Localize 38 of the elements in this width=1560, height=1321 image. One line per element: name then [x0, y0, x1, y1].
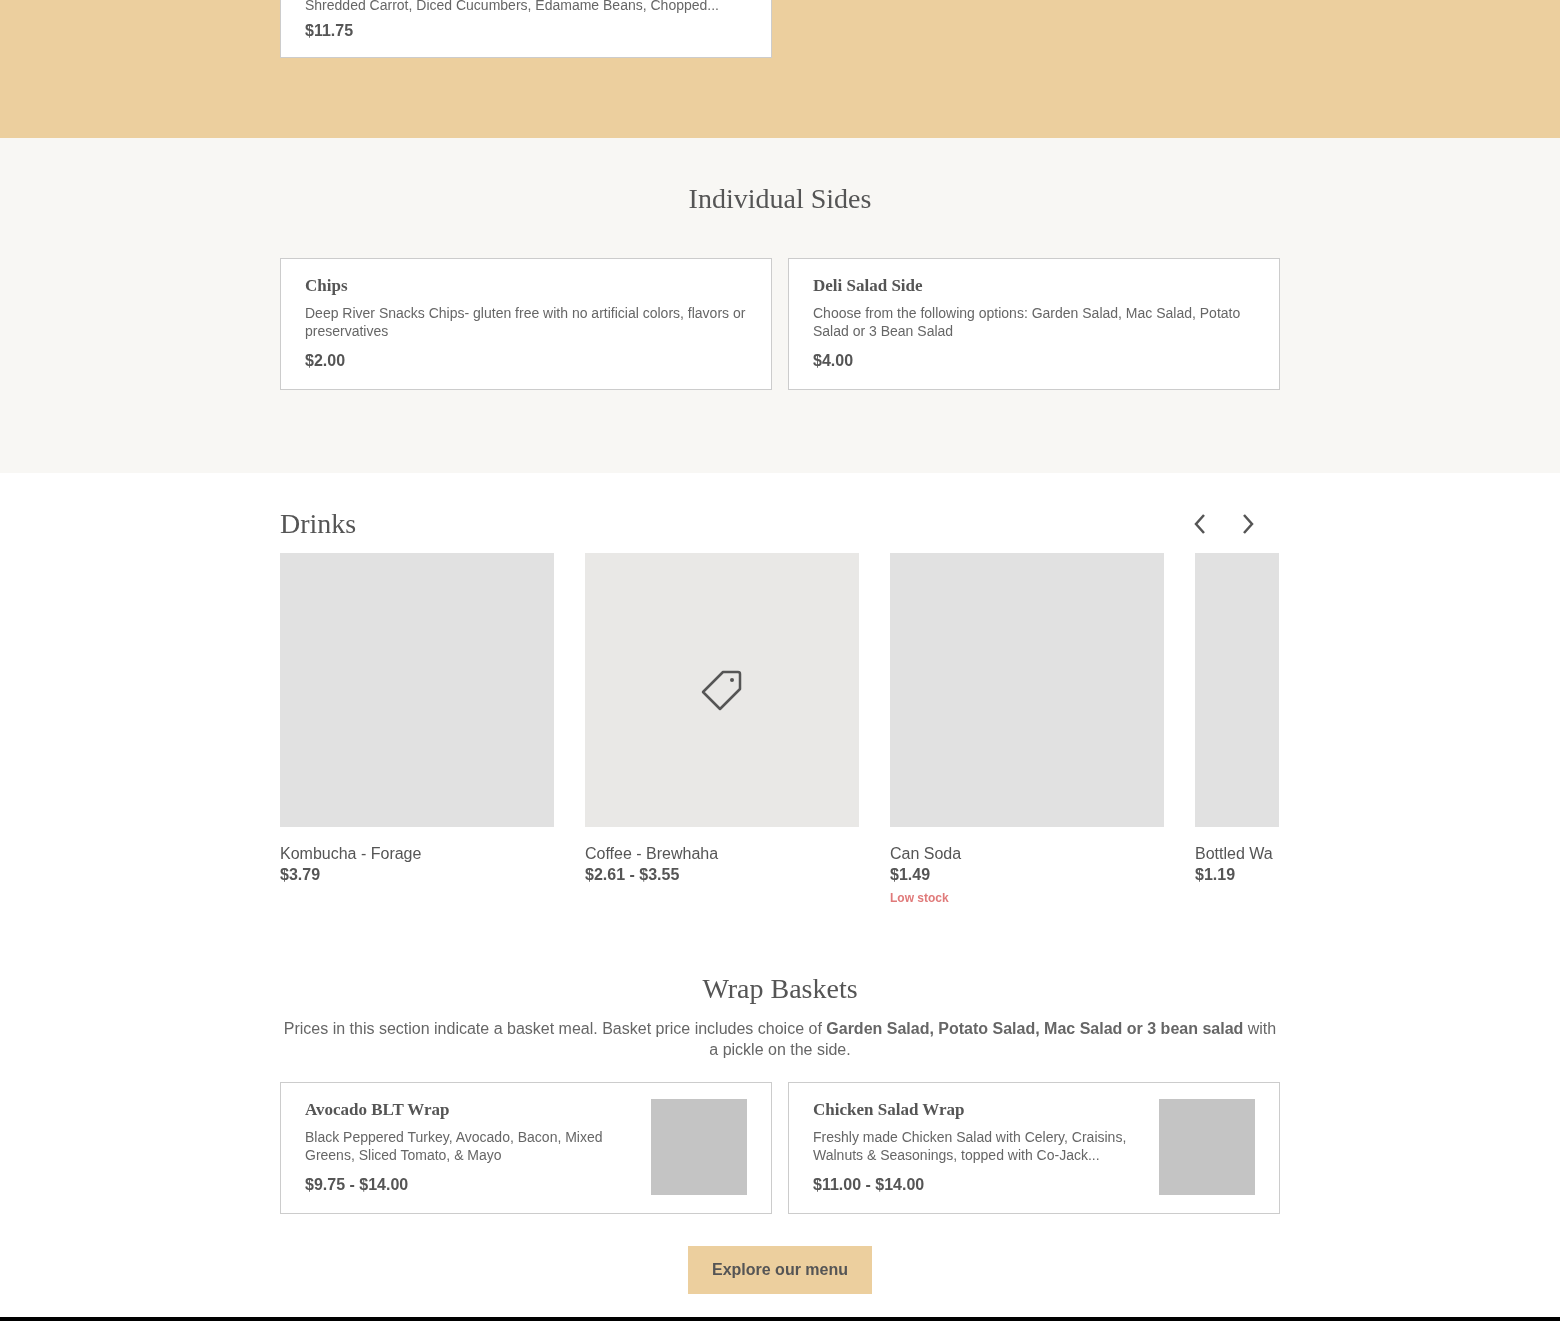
section-title: Wrap Baskets	[701, 972, 859, 1006]
item-price: $9.75 - $14.00	[305, 1175, 410, 1195]
item-name: Chips	[305, 275, 349, 297]
image-placeholder[interactable]	[280, 553, 554, 827]
item-description: Choose from the following options: Garden Salad, Mac Salad, Potato Salad or 3 Bean Salad	[813, 304, 1242, 340]
item-name: Can Soda	[890, 844, 963, 864]
image-placeholder[interactable]	[890, 553, 1164, 827]
section-note: Prices in this section indicate a basket meal. Basket price includes choice of Garden Salad, Potato Salad, Mac Salad or 3 bean salad with a pickle on the side.	[282, 1019, 1278, 1060]
item-description: Shredded Carrot, Diced Cucumbers, Edamame Beans, Chopped...	[305, 0, 720, 13]
item-name: Avocado BLT Wrap	[305, 1099, 451, 1121]
explore-menu-button[interactable]: Explore our menu	[688, 1246, 872, 1294]
item-description: Deep River Snacks Chips- gluten free with no artificial colors, flavors or preservatives	[305, 304, 747, 340]
item-price: $1.49	[890, 865, 932, 885]
item-name: Chicken Salad Wrap	[813, 1099, 966, 1121]
item-name: Bottled Wa	[1195, 844, 1274, 864]
menu-card[interactable]: Deli Salad Side Choose from the following options: Garden Salad, Mac Salad, Potato Salad or 3 Bean Salad $4.00	[788, 258, 1280, 390]
item-name: Deli Salad Side	[813, 275, 924, 297]
tag-icon	[701, 669, 743, 711]
item-description: Freshly made Chicken Salad with Celery, Craisins, Walnuts & Seasonings, topped with Co-Jack...	[813, 1128, 1128, 1164]
section-title: Individual Sides	[687, 182, 873, 216]
item-name: Kombucha - Forage	[280, 844, 423, 864]
item-price: $2.00	[305, 351, 347, 371]
menu-card[interactable]: Chips Deep River Snacks Chips- gluten free with no artificial colors, flavors or preservatives $2.00	[280, 258, 772, 390]
item-price: $11.75	[305, 21, 355, 41]
menu-card[interactable]: Shredded Carrot, Diced Cucumbers, Edamame Beans, Chopped... $11.75	[280, 0, 772, 58]
image-placeholder[interactable]	[1195, 553, 1279, 827]
stock-status: Low stock	[890, 890, 950, 907]
section-title: Drinks	[280, 507, 357, 541]
item-price: $2.61 - $3.55	[585, 865, 681, 885]
item-price: $4.00	[813, 351, 855, 371]
item-price: $3.79	[280, 865, 322, 885]
item-price: $1.19	[1195, 865, 1237, 885]
item-description: Black Peppered Turkey, Avocado, Bacon, Mixed Greens, Sliced Tomato, & Mayo	[305, 1128, 604, 1164]
menu-card[interactable]: Chicken Salad Wrap Freshly made Chicken Salad with Celery, Craisins, Walnuts & Seasonings, topped with Co-Jack... $11.00 - $14.00	[788, 1082, 1280, 1214]
image-placeholder[interactable]	[585, 553, 859, 827]
menu-card[interactable]: Avocado BLT Wrap Black Peppered Turkey, Avocado, Bacon, Mixed Greens, Sliced Tomato, & Mayo $9.75 - $14.00	[280, 1082, 772, 1214]
item-price: $11.00 - $14.00	[813, 1175, 926, 1195]
item-name: Coffee - Brewhaha	[585, 844, 720, 864]
